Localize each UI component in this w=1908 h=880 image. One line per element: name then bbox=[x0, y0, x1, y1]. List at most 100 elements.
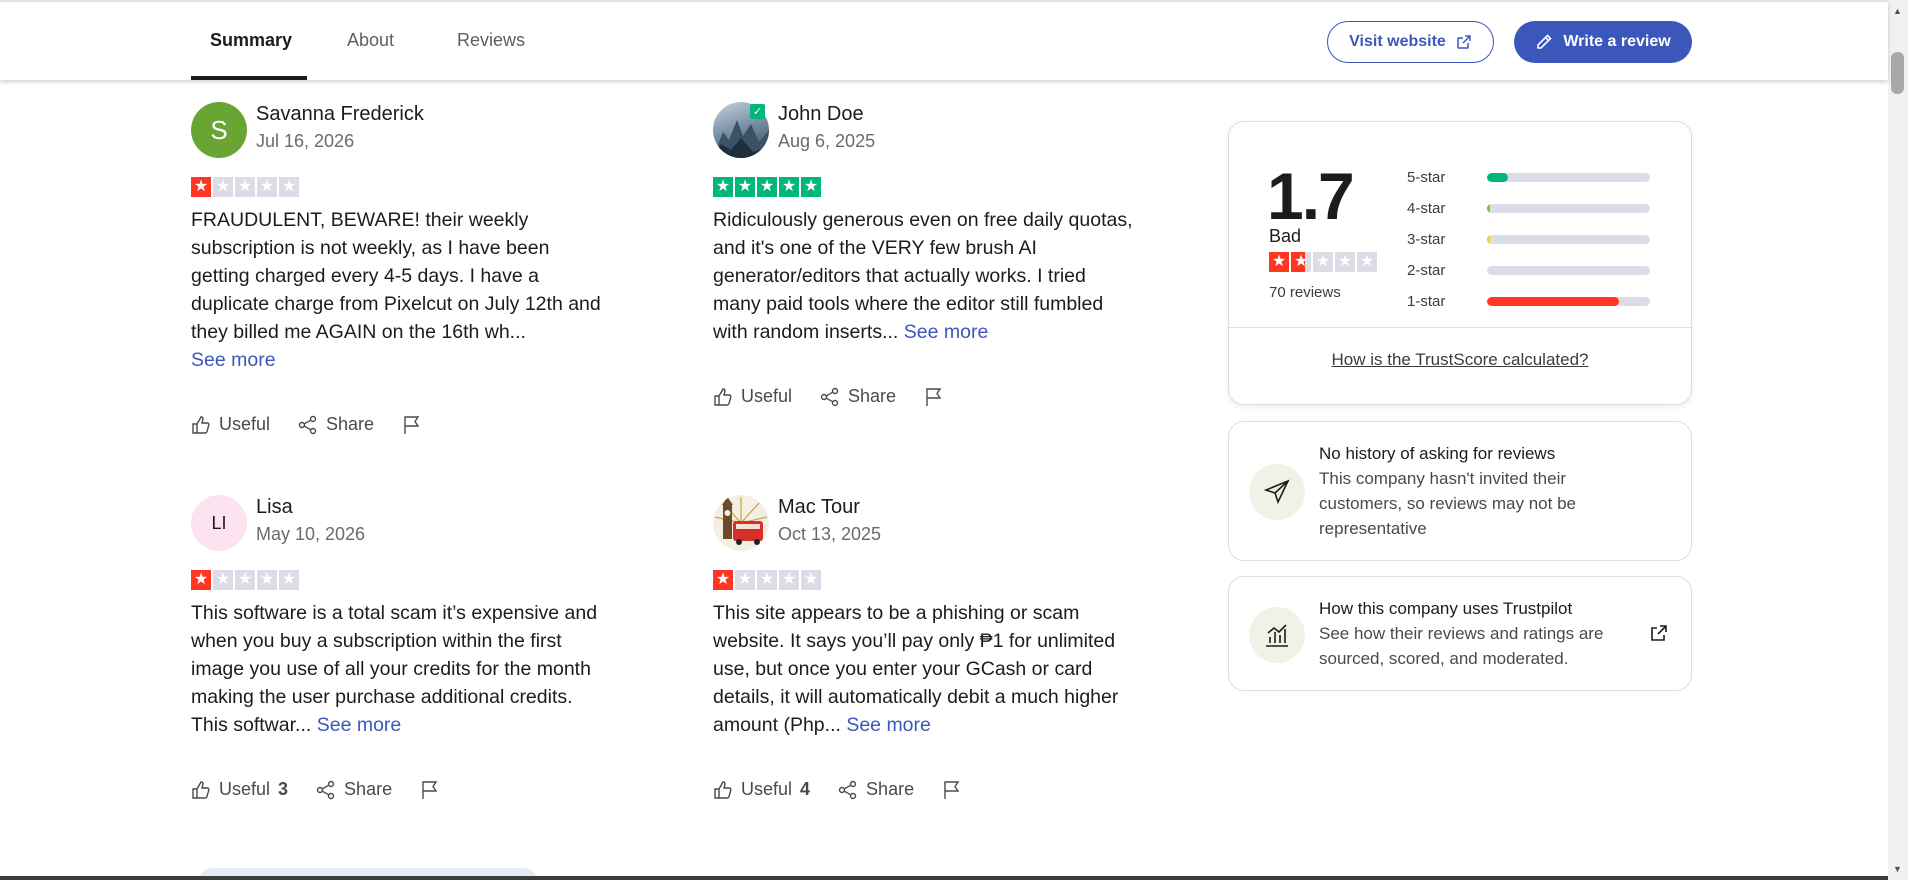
star-icon: ★ bbox=[779, 570, 799, 590]
star-rating: ★ ★ ★ ★ ★ bbox=[191, 177, 299, 197]
report-button[interactable] bbox=[942, 780, 962, 800]
review-body: FRAUDULENT, BEWARE! their weekly subscri… bbox=[191, 209, 601, 343]
star-icon: ★ bbox=[757, 570, 777, 590]
star-icon: ★ bbox=[801, 177, 821, 197]
distribution-bar bbox=[1487, 204, 1650, 213]
useful-button[interactable]: Useful bbox=[191, 414, 270, 435]
star-icon: ★ bbox=[257, 177, 277, 197]
share-label: Share bbox=[326, 414, 375, 434]
thumbs-up-icon bbox=[192, 415, 210, 434]
useful-count: 3 bbox=[278, 779, 289, 799]
see-more-link[interactable]: See more bbox=[904, 321, 989, 343]
paper-plane-icon bbox=[1249, 464, 1305, 520]
star-icon: ★ bbox=[735, 177, 755, 197]
distribution-label: 5-star bbox=[1407, 169, 1446, 186]
top-navigation: Summary About Reviews Visit website Writ… bbox=[0, 0, 1888, 80]
verified-icon: ✓ bbox=[750, 104, 765, 119]
star-rating: ★ ★ ★ ★ ★ bbox=[713, 177, 821, 197]
trustscore-value: 1.7 bbox=[1267, 159, 1355, 233]
reviewer-name[interactable]: Savanna Frederick bbox=[256, 103, 424, 126]
distribution-row[interactable]: 5-star bbox=[1407, 162, 1650, 193]
reviewer-name[interactable]: Lisa bbox=[256, 496, 293, 519]
scrollbar-thumb[interactable] bbox=[1891, 52, 1904, 94]
flag-icon bbox=[944, 780, 960, 799]
visit-website-button[interactable]: Visit website bbox=[1327, 21, 1494, 63]
distribution-fill bbox=[1487, 297, 1620, 306]
active-tab-indicator bbox=[191, 76, 307, 80]
distribution-bar bbox=[1487, 173, 1650, 182]
avatar-photo bbox=[714, 497, 768, 545]
share-icon bbox=[316, 780, 335, 799]
review-actions: Useful 3 Share bbox=[191, 779, 468, 800]
vertical-scrollbar[interactable]: ▲ ▼ bbox=[1888, 0, 1908, 880]
share-label: Share bbox=[866, 779, 915, 799]
scroll-up-arrow-icon[interactable]: ▲ bbox=[1893, 6, 1902, 16]
useful-button[interactable]: Useful 4 bbox=[713, 779, 810, 800]
useful-button[interactable]: Useful 3 bbox=[191, 779, 288, 800]
star-icon: ★ bbox=[213, 570, 233, 590]
distribution-row[interactable]: 1-star bbox=[1407, 286, 1650, 317]
external-link-icon bbox=[1457, 35, 1471, 49]
reviewer-name[interactable]: Mac Tour bbox=[778, 496, 860, 519]
star-icon: ★ bbox=[1269, 252, 1289, 272]
useful-count: 4 bbox=[800, 779, 811, 799]
review-actions: Useful Share bbox=[191, 414, 450, 435]
trustscore-info-link[interactable]: How is the TrustScore calculated? bbox=[1229, 350, 1691, 370]
star-icon: ★ bbox=[801, 570, 821, 590]
tab-summary[interactable]: Summary bbox=[210, 30, 292, 51]
bar-chart-icon bbox=[1249, 607, 1305, 663]
see-more-link[interactable]: See more bbox=[191, 349, 276, 371]
write-review-label: Write a review bbox=[1563, 33, 1671, 50]
distribution-row[interactable]: 3-star bbox=[1407, 224, 1650, 255]
external-link-icon[interactable] bbox=[1649, 623, 1669, 643]
share-button[interactable]: Share bbox=[316, 779, 392, 800]
divider bbox=[1229, 327, 1691, 328]
useful-label: Useful bbox=[741, 386, 793, 406]
report-button[interactable] bbox=[402, 415, 422, 435]
avatar[interactable]: LI bbox=[191, 495, 247, 551]
report-button[interactable] bbox=[420, 780, 440, 800]
no-invitations-card: No history of asking for reviews This co… bbox=[1228, 421, 1692, 561]
share-button[interactable]: Share bbox=[838, 779, 914, 800]
see-more-link[interactable]: See more bbox=[846, 714, 931, 736]
review-card: ✓ John Doe Aug 6, 2025 ★ ★ ★ ★ ★ Ridicul… bbox=[713, 102, 1153, 412]
star-icon: ★ bbox=[257, 570, 277, 590]
info-title: How this company uses Trustpilot bbox=[1319, 599, 1573, 618]
info-title: No history of asking for reviews bbox=[1319, 444, 1556, 463]
share-button[interactable]: Share bbox=[298, 414, 374, 435]
tab-reviews[interactable]: Reviews bbox=[457, 30, 525, 51]
write-review-button[interactable]: Write a review bbox=[1514, 21, 1692, 63]
star-icon: ★ bbox=[757, 177, 777, 197]
share-button[interactable]: Share bbox=[820, 386, 896, 407]
useful-label: Useful bbox=[741, 779, 793, 799]
share-icon bbox=[298, 415, 317, 434]
trustpilot-usage-card[interactable]: How this company uses Trustpilot See how… bbox=[1228, 576, 1692, 691]
star-icon: ★ bbox=[191, 570, 211, 590]
useful-button[interactable]: Useful bbox=[713, 386, 792, 407]
review-text: This site appears to be a phishing or sc… bbox=[713, 599, 1133, 739]
scroll-down-arrow-icon[interactable]: ▼ bbox=[1893, 864, 1902, 874]
see-more-link[interactable]: See more bbox=[317, 714, 402, 736]
avatar[interactable] bbox=[713, 495, 769, 551]
star-icon: ★ bbox=[213, 177, 233, 197]
share-label: Share bbox=[848, 386, 897, 406]
star-icon: ★ bbox=[1335, 252, 1355, 272]
distribution-bar bbox=[1487, 297, 1650, 306]
trustscore-card: 1.7 Bad ★ ★ ★ ★ ★ 70 reviews 5-star 4-st… bbox=[1228, 121, 1692, 405]
avatar[interactable]: S bbox=[191, 102, 247, 158]
tab-about[interactable]: About bbox=[347, 30, 394, 51]
review-card: LI Lisa May 10, 2026 ★ ★ ★ ★ ★ This soft… bbox=[191, 495, 631, 805]
distribution-fill bbox=[1487, 204, 1491, 213]
star-icon: ★ bbox=[1313, 252, 1333, 272]
star-icon: ★ bbox=[191, 177, 211, 197]
report-button[interactable] bbox=[924, 387, 944, 407]
distribution-fill bbox=[1487, 173, 1509, 182]
distribution-row[interactable]: 2-star bbox=[1407, 255, 1650, 286]
trustscore-label: Bad bbox=[1269, 226, 1302, 246]
star-icon: ★ bbox=[279, 570, 299, 590]
star-icon: ★ bbox=[735, 570, 755, 590]
reviewer-name[interactable]: John Doe bbox=[778, 103, 864, 126]
distribution-row[interactable]: 4-star bbox=[1407, 193, 1650, 224]
useful-label: Useful bbox=[219, 779, 271, 799]
distribution-bar bbox=[1487, 266, 1650, 275]
